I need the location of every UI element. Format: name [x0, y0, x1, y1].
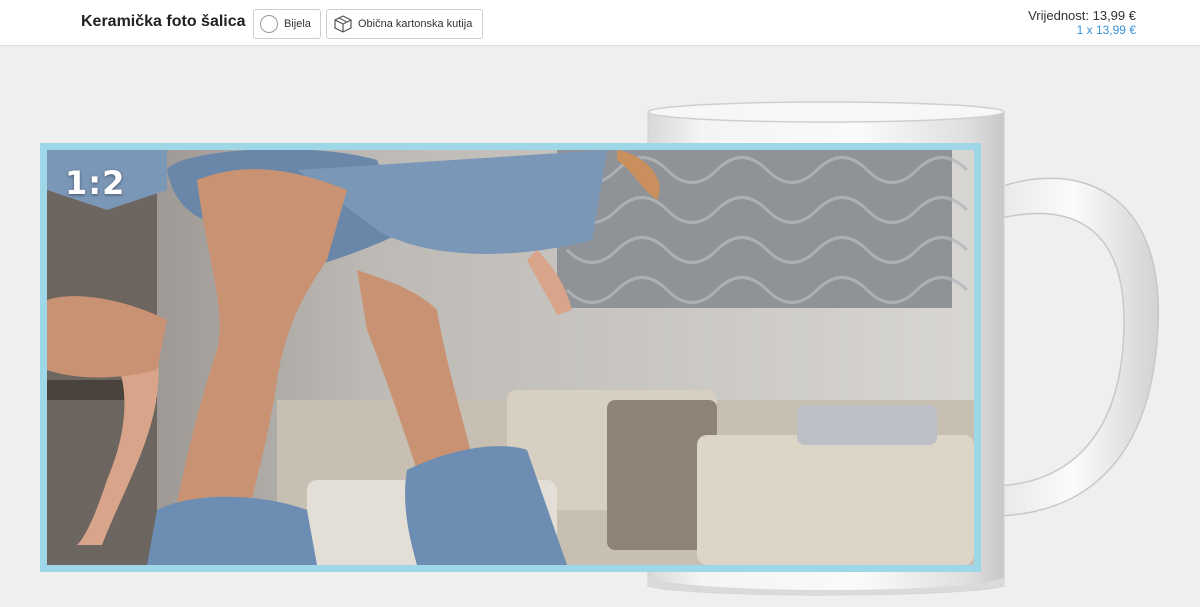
color-swatch-icon	[260, 15, 278, 33]
price-detail: 1 x 13,99 €	[1076, 23, 1136, 37]
color-option-label: Bijela	[284, 18, 311, 30]
product-title: Keramička foto šalica	[81, 13, 246, 30]
photo-print-area[interactable]: 1:2	[40, 143, 981, 572]
packaging-option-button[interactable]: Obična kartonska kutija	[326, 9, 483, 39]
top-toolbar: Keramička foto šalica Bijela Obična kart…	[0, 0, 1200, 46]
packaging-option-label: Obična kartonska kutija	[358, 18, 473, 30]
box-icon	[333, 14, 353, 34]
mug-preview-stage: 1:2	[0, 46, 1200, 607]
aspect-ratio-label: 1:2	[65, 164, 126, 202]
price-summary: Vrijednost: 13,99 € 1 x 13,99 €	[1028, 8, 1136, 38]
photo-image[interactable]	[47, 150, 974, 565]
price-total: Vrijednost: 13,99 €	[1028, 8, 1136, 23]
color-option-button[interactable]: Bijela	[253, 9, 321, 39]
